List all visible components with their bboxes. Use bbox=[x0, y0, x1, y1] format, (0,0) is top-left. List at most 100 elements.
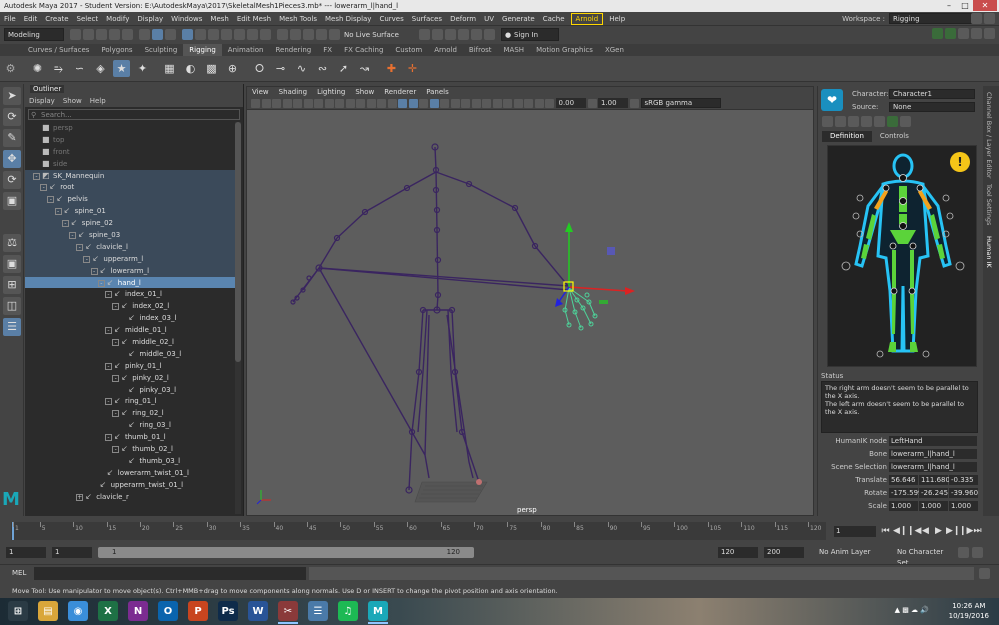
viewport-menu-lighting[interactable]: Lighting bbox=[312, 87, 350, 97]
outliner-item[interactable]: - ↙ spine_01 bbox=[25, 205, 235, 218]
wireframe-icon[interactable] bbox=[387, 98, 397, 108]
film-gate-icon[interactable] bbox=[324, 98, 334, 108]
select-misc-icon[interactable] bbox=[260, 29, 271, 40]
outliner-menu-show[interactable]: Show bbox=[59, 95, 86, 107]
tab-channel-box[interactable]: Channel Box / Layer Editor bbox=[985, 92, 993, 179]
outliner-item[interactable]: + ↙ clavicle_r bbox=[25, 491, 235, 503]
outliner-menu-display[interactable]: Display bbox=[25, 95, 59, 107]
snap-curve-icon[interactable] bbox=[290, 29, 301, 40]
shelf-tab-fx[interactable]: FX bbox=[317, 44, 338, 56]
new-scene-icon[interactable] bbox=[70, 29, 81, 40]
xray-active-icon[interactable] bbox=[524, 98, 533, 108]
outliner-item[interactable]: - ↙ pinky_02_l bbox=[25, 372, 235, 384]
select-deformations-icon[interactable] bbox=[221, 29, 232, 40]
notepad-icon[interactable]: ☰ bbox=[308, 601, 328, 621]
wireframe-on-shaded-icon[interactable] bbox=[419, 98, 428, 108]
shelf-tab-animation[interactable]: Animation bbox=[222, 44, 270, 56]
tab-definition[interactable]: Definition bbox=[822, 131, 872, 142]
playback-start-field[interactable]: 1 bbox=[52, 547, 92, 558]
animation-end-field[interactable]: 200 bbox=[764, 547, 804, 558]
hypershade-icon[interactable] bbox=[457, 29, 469, 40]
menu-mesh[interactable]: Mesh bbox=[206, 12, 232, 26]
outliner-layout-icon[interactable]: ☰ bbox=[3, 318, 21, 336]
gamma-icon[interactable] bbox=[587, 98, 597, 108]
collapse-icon[interactable]: - bbox=[54, 208, 62, 216]
shelf-tab-polygons[interactable]: Polygons bbox=[95, 44, 138, 56]
sculpt-deformer-icon[interactable]: ➚ bbox=[335, 60, 352, 77]
scene-selection-field[interactable]: lowerarm_l|hand_l bbox=[889, 462, 977, 472]
safe-action-icon[interactable] bbox=[366, 98, 376, 108]
outliner-scrollbar[interactable] bbox=[235, 122, 241, 514]
outliner-item[interactable]: - ↙ spine_02 bbox=[25, 217, 235, 230]
move-manipulator[interactable] bbox=[555, 222, 635, 307]
select-object-icon[interactable] bbox=[152, 29, 163, 40]
photoshop-icon[interactable]: Ps bbox=[218, 601, 238, 621]
collapse-icon[interactable]: - bbox=[112, 410, 120, 418]
outliner-item[interactable]: ■ front bbox=[25, 146, 235, 158]
outliner-item[interactable]: - ↙ middle_01_l bbox=[25, 324, 235, 336]
windows-start-icon[interactable]: ⊞ bbox=[8, 601, 28, 621]
menu-modify[interactable]: Modify bbox=[102, 12, 133, 26]
outliner-item[interactable]: - ↙ ring_01_l bbox=[25, 395, 235, 407]
expand-icon[interactable]: + bbox=[76, 493, 84, 501]
snap-point-icon[interactable] bbox=[303, 29, 314, 40]
anim-prefs-icon[interactable] bbox=[972, 547, 983, 558]
step-forward-key-icon[interactable]: ▶❙ bbox=[946, 525, 960, 537]
current-frame-field[interactable]: 1 bbox=[834, 526, 876, 537]
collapse-icon[interactable]: - bbox=[112, 339, 120, 347]
mirror-matching-icon[interactable] bbox=[848, 116, 859, 127]
render-settings-icon[interactable] bbox=[444, 29, 456, 40]
outliner-item[interactable]: - ◩ SK_Mannequin bbox=[25, 169, 235, 182]
collapse-icon[interactable]: - bbox=[112, 303, 120, 311]
smooth-shade-icon[interactable] bbox=[398, 98, 407, 108]
foot-joint[interactable] bbox=[476, 479, 482, 485]
orient-constraint-icon[interactable]: ✛ bbox=[404, 60, 421, 77]
shelf-tab-custom[interactable]: Custom bbox=[389, 44, 428, 56]
script-editor-icon[interactable] bbox=[979, 568, 990, 579]
soft-mod-icon[interactable]: ↝ bbox=[356, 60, 373, 77]
exposure-field[interactable]: 0.00 bbox=[555, 98, 586, 108]
skeleton-icon[interactable] bbox=[861, 116, 872, 127]
image-plane-icon[interactable] bbox=[282, 98, 292, 108]
collapse-icon[interactable]: - bbox=[105, 434, 112, 442]
auto-key-icon[interactable] bbox=[958, 547, 969, 558]
xray-joints-icon[interactable] bbox=[534, 98, 544, 108]
paint-weights-icon[interactable]: ◐ bbox=[182, 60, 199, 77]
collapse-icon[interactable]: - bbox=[112, 446, 120, 454]
rotate-z-field[interactable]: -39.960 bbox=[949, 488, 978, 498]
screen-space-ao-icon[interactable] bbox=[461, 98, 470, 108]
humanik-node-field[interactable]: LeftHand bbox=[889, 436, 977, 446]
last-tool-icon[interactable]: ⚖ bbox=[3, 234, 21, 252]
powerpoint-icon[interactable]: P bbox=[188, 601, 208, 621]
select-camera-icon[interactable] bbox=[251, 98, 260, 108]
shelf-tab-fx-caching[interactable]: FX Caching bbox=[338, 44, 389, 56]
tab-human-ik[interactable]: Human IK bbox=[985, 236, 993, 268]
gamma-field[interactable]: 1.00 bbox=[598, 98, 628, 108]
outliner-item[interactable]: - ↙ upperarm_l bbox=[25, 252, 235, 265]
exposure-icon[interactable] bbox=[545, 98, 554, 108]
select-dynamics-icon[interactable] bbox=[234, 29, 245, 40]
safe-title-icon[interactable] bbox=[377, 98, 386, 108]
ipr-render-icon[interactable] bbox=[431, 29, 443, 40]
outliner-item[interactable]: - ↙ middle_02_l bbox=[25, 336, 235, 348]
close-button[interactable]: ✕ bbox=[973, 0, 997, 11]
character-set-dropdown[interactable]: No Character Set bbox=[894, 547, 954, 567]
onenote-icon[interactable]: N bbox=[128, 601, 148, 621]
snap-grid-icon[interactable] bbox=[277, 29, 288, 40]
skeleton-joints[interactable] bbox=[292, 146, 570, 491]
outliner-item[interactable]: - ↙ clavicle_l bbox=[25, 240, 235, 253]
move-tool-icon[interactable]: ✥ bbox=[3, 150, 21, 168]
menu-set-dropdown[interactable]: Modeling bbox=[4, 28, 64, 41]
menu-uv[interactable]: UV bbox=[480, 12, 498, 26]
outliner-search-input[interactable]: ⚲ Search... bbox=[28, 109, 240, 120]
outliner-item[interactable]: - ↙ thumb_01_l bbox=[25, 431, 235, 443]
menu-mesh-display[interactable]: Mesh Display bbox=[321, 12, 375, 26]
collapse-icon[interactable]: - bbox=[90, 267, 98, 275]
tab-controls[interactable]: Controls bbox=[872, 131, 917, 142]
menu-mesh-tools[interactable]: Mesh Tools bbox=[275, 12, 321, 26]
animation-start-field[interactable]: 1 bbox=[6, 547, 46, 558]
outliner-item[interactable]: - ↙ pinky_01_l bbox=[25, 360, 235, 372]
menu-curves[interactable]: Curves bbox=[375, 12, 407, 26]
wire-tool-icon[interactable]: ∾ bbox=[314, 60, 331, 77]
file-explorer-icon[interactable]: ▤ bbox=[38, 601, 58, 621]
